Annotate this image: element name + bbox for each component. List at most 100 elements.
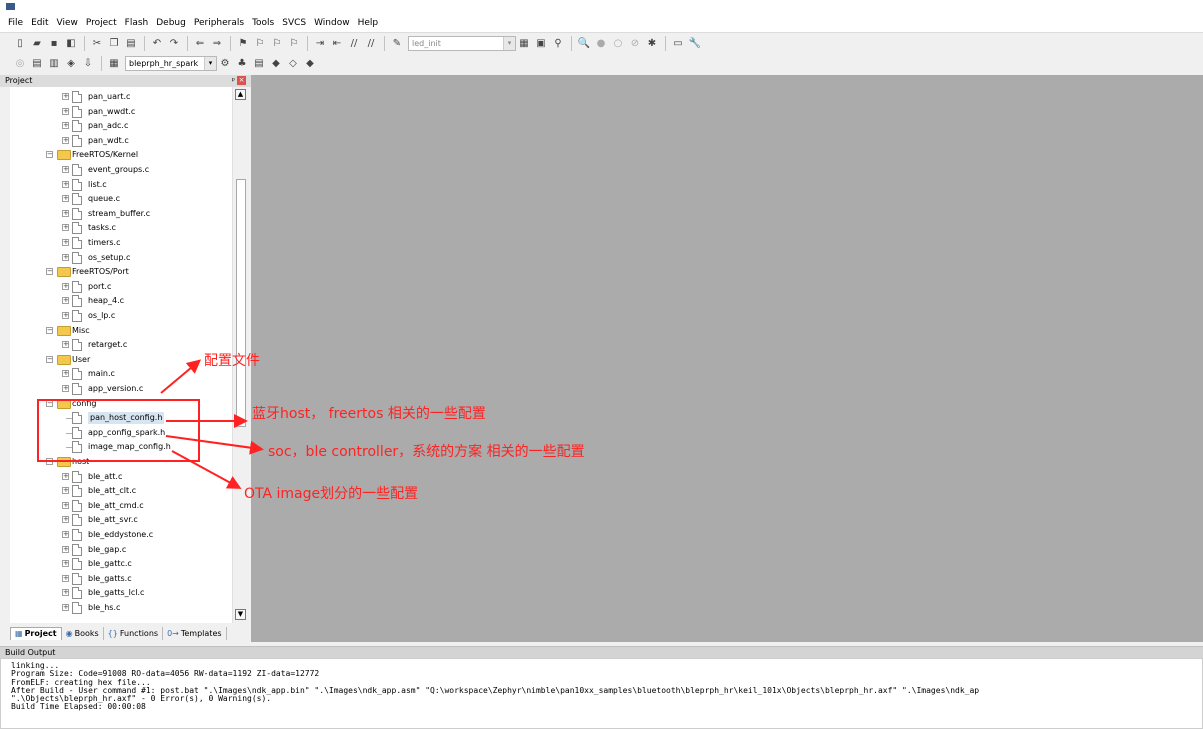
tree-group[interactable]: − FreeRTOS/Port [10,265,232,279]
expand-icon[interactable]: + [62,93,69,100]
translate-icon[interactable]: ◎ [12,56,28,72]
comment-icon[interactable]: // [346,35,362,51]
tree-file[interactable]: + pan_wwdt.c [10,105,232,119]
menu-file[interactable]: File [4,18,27,28]
tree-file[interactable]: + ble_gatts_lcl.c [10,586,232,600]
pack-installer-icon[interactable]: ◆ [268,56,284,72]
menu-window[interactable]: Window [310,18,354,28]
expand-icon[interactable]: + [62,385,69,392]
manage-components-icon[interactable]: ♣ [234,56,250,72]
breakpoint-kill-icon[interactable]: ⊘ [627,35,643,51]
expand-icon[interactable]: + [62,297,69,305]
cut-icon[interactable]: ✂ [89,35,105,51]
menu-tools[interactable]: Tools [248,18,278,28]
tree-file[interactable]: + pan_wdt.c [10,134,232,148]
tab-books[interactable]: ◉ Books [62,626,104,640]
expand-icon[interactable]: + [62,195,69,203]
window-layout-icon[interactable]: ▭ [670,35,686,51]
expand-icon[interactable]: + [62,516,69,524]
expand-icon[interactable]: + [62,107,69,115]
chevron-down-icon[interactable]: ▾ [503,36,515,50]
tree-file[interactable]: + app_version.c [10,382,232,396]
expand-icon[interactable]: + [62,180,69,188]
expand-icon[interactable]: + [62,545,69,553]
expand-icon[interactable]: + [62,574,69,582]
debug-start-icon[interactable]: 🔍 [576,35,592,51]
pin-icon[interactable]: ᵖ [232,75,235,87]
tree-file[interactable]: + os_lp.c [10,309,232,323]
bookmark-next-icon[interactable]: ⚐ [269,35,285,51]
find-in-files-icon[interactable]: ✎ [389,35,405,51]
menu-edit[interactable]: Edit [27,18,52,28]
run-time-env-icon[interactable]: ◇ [285,56,301,72]
tree-file[interactable]: + ble_gap.c [10,543,232,557]
expand-icon[interactable]: + [62,589,69,597]
tab-functions[interactable]: {} Functions [104,626,164,640]
expand-icon[interactable]: + [62,501,69,509]
expand-icon[interactable]: + [62,166,69,173]
chevron-down-icon[interactable]: ▾ [204,57,216,70]
tree-file[interactable]: + heap_4.c [10,294,232,308]
expand-icon[interactable]: + [62,224,69,232]
load-flash-icon[interactable]: ▦ [106,56,122,72]
collapse-icon[interactable]: − [46,268,53,276]
bookmark-toggle-icon[interactable]: ⚑ [235,35,251,51]
redo-icon[interactable]: ↷ [166,35,182,51]
find-icon[interactable]: ▦ [516,35,532,51]
indent-icon[interactable]: ⇥ [312,35,328,51]
expand-icon[interactable]: + [62,531,69,538]
open-file-icon[interactable]: ▰ [29,35,45,51]
expand-icon[interactable]: + [62,341,69,349]
batch-build-icon[interactable]: ◈ [63,56,79,72]
expand-icon[interactable]: + [62,487,69,495]
tree-file[interactable]: + port.c [10,280,232,294]
scroll-down-icon[interactable]: ▼ [235,609,246,620]
nav-forward-icon[interactable]: ⇒ [209,35,225,51]
expand-icon[interactable]: + [62,239,69,246]
tree-file[interactable]: + timers.c [10,236,232,250]
expand-icon[interactable]: + [62,472,69,480]
tab-project[interactable]: ▦ Project [10,626,62,640]
tree-file[interactable]: + ble_gattc.c [10,557,232,571]
unindent-icon[interactable]: ⇤ [329,35,345,51]
collapse-icon[interactable]: − [46,151,53,159]
target-select[interactable]: bleprph_hr_spark ▾ [125,56,217,71]
expand-icon[interactable]: + [62,253,69,261]
collapse-icon[interactable]: − [46,355,53,363]
menu-view[interactable]: View [53,18,82,28]
tree-group[interactable]: − Misc [10,324,232,338]
scrollbar-thumb[interactable] [236,179,246,427]
expand-icon[interactable]: + [62,312,69,319]
editor-area[interactable] [251,75,1203,642]
target-options-icon[interactable]: ⚙ [217,56,233,72]
download-icon[interactable]: ⇩ [80,56,96,72]
menu-debug[interactable]: Debug [152,18,190,28]
build-output-text[interactable]: linking... Program Size: Code=91008 RO-da… [0,658,1203,729]
menu-peripherals[interactable]: Peripherals [190,18,248,28]
tree-file[interactable]: + ble_att_svr.c [10,513,232,527]
bookmark-clear-icon[interactable]: ⚐ [286,35,302,51]
uncomment-icon[interactable]: // [363,35,379,51]
nav-back-icon[interactable]: ⇐ [192,35,208,51]
tree-file[interactable]: + ble_gatts.c [10,572,232,586]
tree-file[interactable]: + event_groups.c [10,163,232,177]
options-icon[interactable]: 🔧 [687,35,703,51]
tree-file[interactable]: + ble_att.c [10,470,232,484]
tree-group[interactable]: − User [10,353,232,367]
expand-icon[interactable]: + [62,136,69,144]
bookmark-prev-icon[interactable]: ⚐ [252,35,268,51]
tree-file[interactable]: + stream_buffer.c [10,207,232,221]
tree-file[interactable]: + list.c [10,178,232,192]
menu-help[interactable]: Help [354,18,383,28]
menu-svcs[interactable]: SVCS [278,18,310,28]
breakpoint-insert-icon[interactable]: ● [593,35,609,51]
new-file-icon[interactable]: ▯ [12,35,28,51]
tree-file[interactable]: + os_setup.c [10,251,232,265]
tree-file[interactable]: + ble_hs.c [10,601,232,615]
expand-icon[interactable]: + [62,122,69,130]
select-software-icon[interactable]: ◆ [302,56,318,72]
undo-icon[interactable]: ↶ [149,35,165,51]
find-combo[interactable]: led_init ▾ [408,35,516,51]
collapse-icon[interactable]: − [46,326,53,334]
manage-books-icon[interactable]: ▤ [251,56,267,72]
